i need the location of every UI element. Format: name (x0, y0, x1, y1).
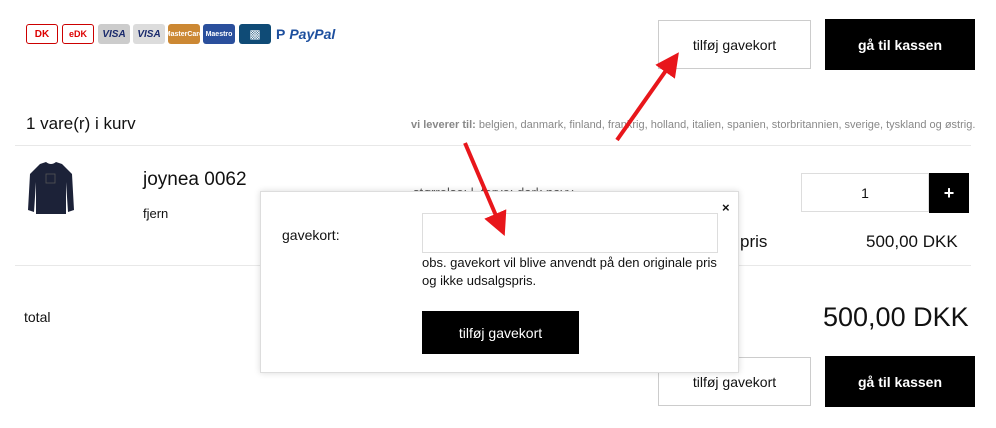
annotation-arrows (463, 52, 679, 237)
arrow-to-giftcard-input (463, 142, 507, 237)
arrow-to-top-giftcard-button (615, 52, 679, 142)
